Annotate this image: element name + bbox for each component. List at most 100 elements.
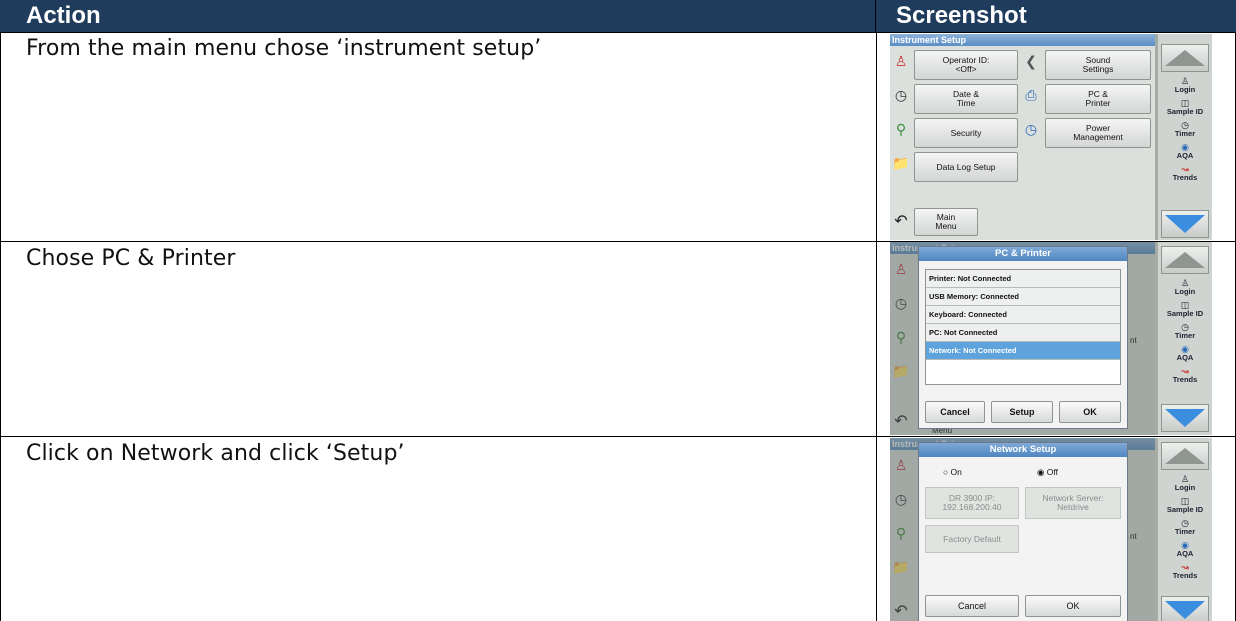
arrow-up-icon <box>1165 448 1205 464</box>
action-step-1: From the main menu chose ‘instrument set… <box>26 36 542 61</box>
radio-empty-icon: ○ <box>943 467 949 477</box>
folder-icon: 📁 <box>892 154 910 171</box>
list-item[interactable]: Keyboard: Connected <box>926 306 1120 324</box>
operator-icon: ♙ <box>894 52 908 69</box>
ok-button[interactable]: OK <box>1059 401 1121 423</box>
radio-on[interactable]: ○ On <box>943 467 962 477</box>
clock-icon: ◷ <box>894 86 908 103</box>
arrow-down-icon <box>1165 601 1205 619</box>
cancel-button[interactable]: Cancel <box>925 595 1019 617</box>
sound-label-2: Settings <box>1082 64 1114 74</box>
main-label-2: Menu <box>935 221 957 231</box>
trends-label: Trends <box>1172 571 1198 580</box>
scroll-down-button[interactable] <box>1161 210 1209 238</box>
timer-button[interactable]: ◷ Timer <box>1161 120 1209 140</box>
aqa-label: AQA <box>1176 549 1194 558</box>
connection-list: Printer: Not Connected USB Memory: Conne… <box>925 269 1121 385</box>
aqa-button[interactable]: ◉ AQA <box>1161 344 1209 364</box>
dialog-title: Network Setup <box>919 443 1127 457</box>
factory-label: Factory Default <box>943 533 1001 544</box>
timer-label: Timer <box>1174 331 1196 340</box>
instrument-sidebar: ♙ Login ◫ Sample ID ◷ Timer ◉ AQA ↝ Trends <box>1158 242 1212 435</box>
list-item-selected[interactable]: Network: Not Connected <box>926 342 1120 360</box>
data-log-setup-button[interactable]: Data Log Setup <box>914 152 1018 182</box>
scroll-up-button[interactable] <box>1161 246 1209 274</box>
trends-button[interactable]: ↝ Trends <box>1161 562 1209 582</box>
setup-button[interactable]: Setup <box>991 401 1053 423</box>
login-button[interactable]: ♙ Login <box>1161 474 1209 494</box>
list-item[interactable]: PC: Not Connected <box>926 324 1120 342</box>
security-button[interactable]: Security <box>914 118 1018 148</box>
instrument-panel: Instrument Setup ♙ Operator ID: <Off> ❮ … <box>890 34 1155 240</box>
operator-value: <Off> <box>955 64 977 74</box>
cancel-button[interactable]: Cancel <box>925 401 985 423</box>
sound-icon: ❮ <box>1025 52 1037 69</box>
screen-title: Instrument Setup <box>890 34 1155 46</box>
login-button[interactable]: ♙ Login <box>1161 76 1209 96</box>
list-item[interactable]: Printer: Not Connected <box>926 270 1120 288</box>
radio-off[interactable]: ◉ Off <box>1037 467 1058 478</box>
arrow-down-icon <box>1165 215 1205 233</box>
back-arrow-icon: ↶ <box>894 213 908 230</box>
aqa-label: AQA <box>1176 353 1194 362</box>
trends-button[interactable]: ↝ Trends <box>1161 366 1209 386</box>
sample-id-button[interactable]: ◫ Sample ID <box>1161 300 1209 320</box>
header-screenshot: Screenshot <box>876 0 1236 32</box>
power-label-2: Management <box>1073 132 1123 142</box>
sample-id-button[interactable]: ◫ Sample ID <box>1161 98 1209 118</box>
arrow-up-icon <box>1165 50 1205 66</box>
login-label: Login <box>1174 483 1196 492</box>
power-icon: ◷ <box>1024 120 1038 137</box>
pc-label-2: Printer <box>1085 98 1111 108</box>
operator-id-button[interactable]: Operator ID: <Off> <box>914 50 1018 80</box>
scroll-down-button[interactable] <box>1161 404 1209 432</box>
date-label-2: Time <box>956 98 976 108</box>
aqa-button[interactable]: ◉ AQA <box>1161 540 1209 560</box>
arrow-up-icon <box>1165 252 1205 268</box>
aqa-button[interactable]: ◉ AQA <box>1161 142 1209 162</box>
pc-printer-icon: ⎙ <box>1025 86 1037 103</box>
login-label: Login <box>1174 287 1196 296</box>
scroll-up-button[interactable] <box>1161 44 1209 72</box>
pc-printer-button[interactable]: PC & Printer <box>1045 84 1151 114</box>
aqa-label: AQA <box>1176 151 1194 160</box>
column-divider <box>876 32 877 621</box>
factory-default-button[interactable]: Factory Default <box>925 525 1019 553</box>
scroll-up-button[interactable] <box>1161 442 1209 470</box>
date-time-button[interactable]: Date & Time <box>914 84 1018 114</box>
list-item[interactable]: USB Memory: Connected <box>926 288 1120 306</box>
key-icon: ⚲ <box>895 120 907 137</box>
trends-button[interactable]: ↝ Trends <box>1161 164 1209 184</box>
screenshot-network-setup: Instrument Setup ♙ ◷ ⚲ 📁 ↶ nt Network Se… <box>890 438 1212 621</box>
ip-address-button[interactable]: DR 3900 IP: 192.168.200.40 <box>925 487 1019 519</box>
ok-button[interactable]: OK <box>1025 595 1121 617</box>
timer-button[interactable]: ◷ Timer <box>1161 322 1209 342</box>
radio-off-label: Off <box>1046 467 1058 477</box>
sample-id-button[interactable]: ◫ Sample ID <box>1161 496 1209 516</box>
radio-on-label: On <box>950 467 962 477</box>
row-divider <box>0 436 1236 437</box>
row-divider <box>0 32 1236 33</box>
network-setup-dialog: Network Setup ○ On ◉ Off DR 3900 IP: 192… <box>918 442 1128 621</box>
sample-id-label: Sample ID <box>1166 309 1204 318</box>
server-value: Netdrive <box>1057 502 1089 512</box>
timer-label: Timer <box>1174 527 1196 536</box>
login-button[interactable]: ♙ Login <box>1161 278 1209 298</box>
sound-settings-button[interactable]: Sound Settings <box>1045 50 1151 80</box>
arrow-down-icon <box>1165 409 1205 427</box>
action-step-3: Click on Network and click ‘Setup’ <box>26 441 405 466</box>
trends-label: Trends <box>1172 375 1198 384</box>
instrument-sidebar: ♙ Login ◫ Sample ID ◷ Timer ◉ AQA ↝ Trends <box>1158 34 1212 240</box>
main-menu-button[interactable]: Main Menu <box>914 208 978 236</box>
trends-label: Trends <box>1172 173 1198 182</box>
screenshot-pc-printer: Instrument Setup ♙ ◷ ⚲ 📁 ↶ nt Menu PC & … <box>890 242 1212 435</box>
network-server-button[interactable]: Network Server: Netdrive <box>1025 487 1121 519</box>
login-label: Login <box>1174 85 1196 94</box>
instrument-sidebar: ♙ Login ◫ Sample ID ◷ Timer ◉ AQA ↝ Trends <box>1158 438 1212 621</box>
datalog-label: Data Log Setup <box>936 161 996 172</box>
scroll-down-button[interactable] <box>1161 596 1209 621</box>
radio-checked-icon: ◉ <box>1037 467 1045 477</box>
power-management-button[interactable]: Power Management <box>1045 118 1151 148</box>
timer-button[interactable]: ◷ Timer <box>1161 518 1209 538</box>
dialog-title: PC & Printer <box>919 247 1127 261</box>
